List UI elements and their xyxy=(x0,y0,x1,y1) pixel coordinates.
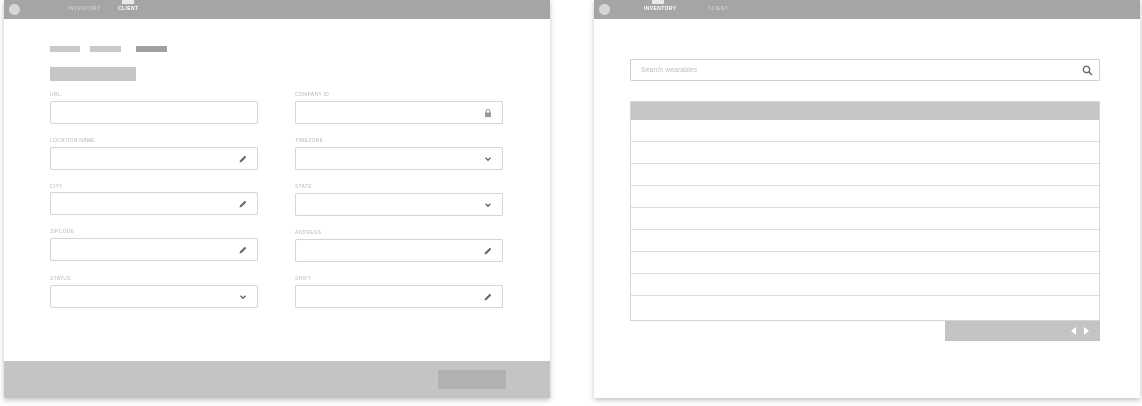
zipcode-field[interactable] xyxy=(50,238,258,261)
nav-tab-inventory[interactable]: INVENTORY xyxy=(644,6,677,12)
form-footer xyxy=(4,361,550,398)
breadcrumb-item[interactable] xyxy=(50,46,80,52)
address-label: ADDRESS xyxy=(295,230,322,236)
address-field[interactable] xyxy=(295,239,503,262)
city-field[interactable] xyxy=(50,192,258,215)
lock-icon xyxy=(485,109,491,117)
zipcode-label: ZIPCODE xyxy=(50,229,75,235)
table-row[interactable] xyxy=(631,274,1099,296)
active-tab-indicator xyxy=(122,0,134,4)
city-label: CITY xyxy=(50,184,63,190)
nav-tab-client[interactable]: CLIENT xyxy=(118,6,138,12)
location-name-field[interactable] xyxy=(50,147,258,170)
status-label: STATUS xyxy=(50,276,71,282)
state-label: STATE xyxy=(295,184,312,190)
table-row[interactable] xyxy=(631,296,1099,318)
search-bar[interactable] xyxy=(630,59,1100,81)
save-button[interactable] xyxy=(438,370,506,389)
status-select[interactable] xyxy=(50,285,258,308)
top-nav-bar: INVENTORY CLIENT xyxy=(594,0,1140,19)
timezone-select[interactable] xyxy=(295,147,503,170)
pagination-bar xyxy=(945,321,1100,341)
top-nav-bar: INVENTORY CLIENT xyxy=(4,0,550,19)
chevron-down-icon[interactable] xyxy=(483,154,493,164)
timezone-label: TIMEZONE xyxy=(295,138,324,144)
pencil-icon[interactable] xyxy=(483,292,493,302)
shift-label: SHIFT xyxy=(295,276,311,282)
chevron-down-icon[interactable] xyxy=(238,292,248,302)
company-id-label: COMPANY ID xyxy=(295,92,330,98)
pencil-icon[interactable] xyxy=(238,199,248,209)
breadcrumb-item[interactable] xyxy=(90,46,121,52)
triangle-right-icon[interactable] xyxy=(1084,327,1089,335)
search-icon[interactable] xyxy=(1082,65,1093,76)
breadcrumb-current xyxy=(136,46,167,52)
table-row[interactable] xyxy=(631,120,1099,142)
url-field[interactable] xyxy=(50,101,258,124)
table-row[interactable] xyxy=(631,230,1099,252)
table-row[interactable] xyxy=(631,142,1099,164)
nav-tab-inventory[interactable]: INVENTORY xyxy=(68,6,101,12)
nav-tab-client[interactable]: CLIENT xyxy=(708,6,728,12)
triangle-left-icon[interactable] xyxy=(1071,327,1076,335)
state-select[interactable] xyxy=(295,193,503,216)
page-title xyxy=(50,67,136,81)
table-row[interactable] xyxy=(631,252,1099,274)
table-row[interactable] xyxy=(631,164,1099,186)
avatar[interactable] xyxy=(599,4,610,15)
client-form-panel: INVENTORY CLIENT URL COMPANY ID LOCATION… xyxy=(4,0,550,398)
search-input[interactable] xyxy=(641,60,1061,80)
table-header xyxy=(631,102,1099,120)
pencil-icon[interactable] xyxy=(238,245,248,255)
avatar[interactable] xyxy=(9,4,20,15)
inventory-panel: INVENTORY CLIENT xyxy=(594,0,1140,398)
company-id-field xyxy=(295,101,503,124)
shift-field[interactable] xyxy=(295,285,503,308)
table-row[interactable] xyxy=(631,208,1099,230)
active-tab-indicator xyxy=(652,0,664,4)
url-label: URL xyxy=(50,92,61,98)
table-row[interactable] xyxy=(631,186,1099,208)
chevron-down-icon[interactable] xyxy=(483,200,493,210)
wearables-table xyxy=(630,101,1100,321)
location-name-label: LOCATION NAME xyxy=(50,138,95,144)
pencil-icon[interactable] xyxy=(238,154,248,164)
pencil-icon[interactable] xyxy=(483,246,493,256)
